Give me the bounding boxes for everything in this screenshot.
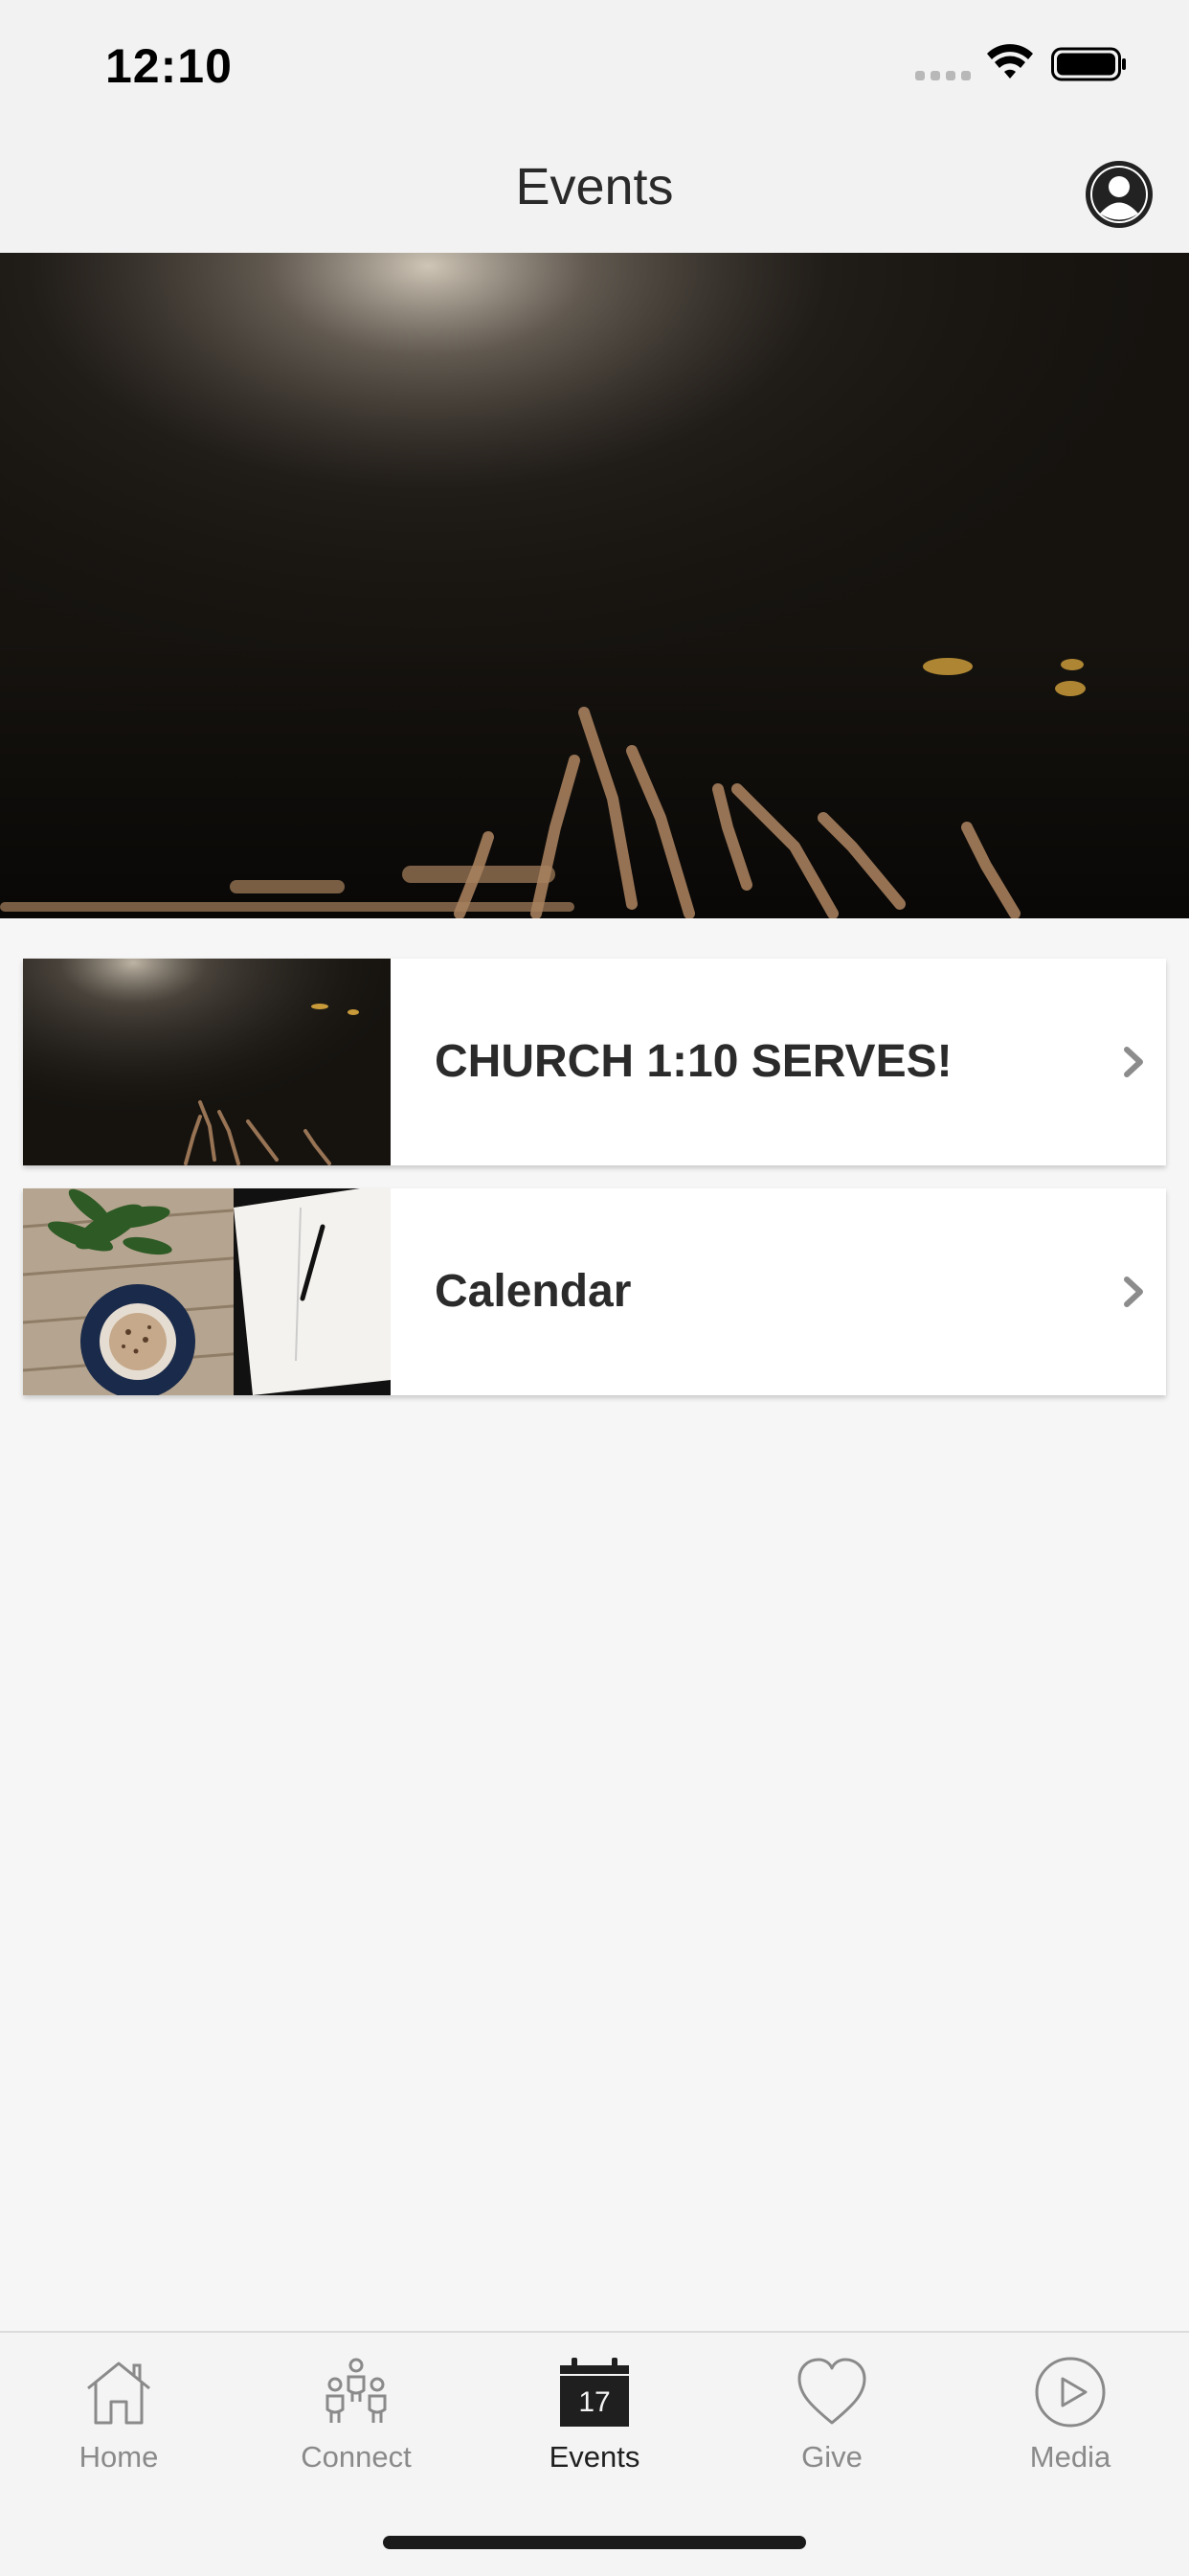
coffee-notebook-desk-photo — [23, 1188, 391, 1395]
event-card-calendar[interactable]: Calendar — [23, 1188, 1166, 1395]
hero-image — [0, 253, 1189, 918]
people-group-icon — [325, 2358, 387, 2423]
tab-home[interactable]: Home — [0, 2333, 237, 2496]
play-circle-icon — [1035, 2357, 1106, 2428]
status-bar: 12:10 — [0, 0, 1189, 130]
tab-label: Events — [549, 2440, 640, 2474]
card-title: Calendar — [435, 1266, 632, 1317]
event-card-church-serves[interactable]: CHURCH 1:10 SERVES! — [23, 959, 1166, 1165]
card-thumbnail — [23, 1188, 391, 1395]
tab-media[interactable]: Media — [952, 2333, 1189, 2496]
tab-label: Home — [79, 2440, 159, 2474]
battery-icon — [1051, 47, 1126, 81]
tab-events[interactable]: 17 Events — [476, 2333, 713, 2496]
card-title: CHURCH 1:10 SERVES! — [435, 1036, 953, 1087]
tab-connect[interactable]: Connect — [237, 2333, 475, 2496]
home-icon — [87, 2361, 150, 2425]
tab-label: Media — [1029, 2440, 1111, 2474]
calendar-icon: 17 — [560, 2358, 629, 2427]
card-thumbnail — [23, 959, 391, 1165]
chevron-right-icon — [1124, 1277, 1143, 1307]
status-time: 12:10 — [105, 39, 233, 93]
tab-label: Connect — [301, 2440, 412, 2474]
nav-header: Events — [0, 130, 1189, 253]
page-title: Events — [515, 158, 674, 215]
tab-give[interactable]: Give — [713, 2333, 951, 2496]
wifi-icon — [987, 44, 1033, 79]
home-indicator[interactable] — [383, 2536, 806, 2549]
tab-label: Give — [801, 2440, 863, 2474]
worship-hands-raised-photo — [23, 959, 391, 1165]
chevron-right-icon — [1124, 1047, 1143, 1077]
cellular-signal-icon — [915, 71, 971, 80]
calendar-day-number: 17 — [578, 2386, 610, 2418]
profile-button[interactable] — [1086, 161, 1153, 228]
worship-hands-raised-photo — [0, 253, 1189, 918]
heart-icon — [797, 2358, 866, 2425]
